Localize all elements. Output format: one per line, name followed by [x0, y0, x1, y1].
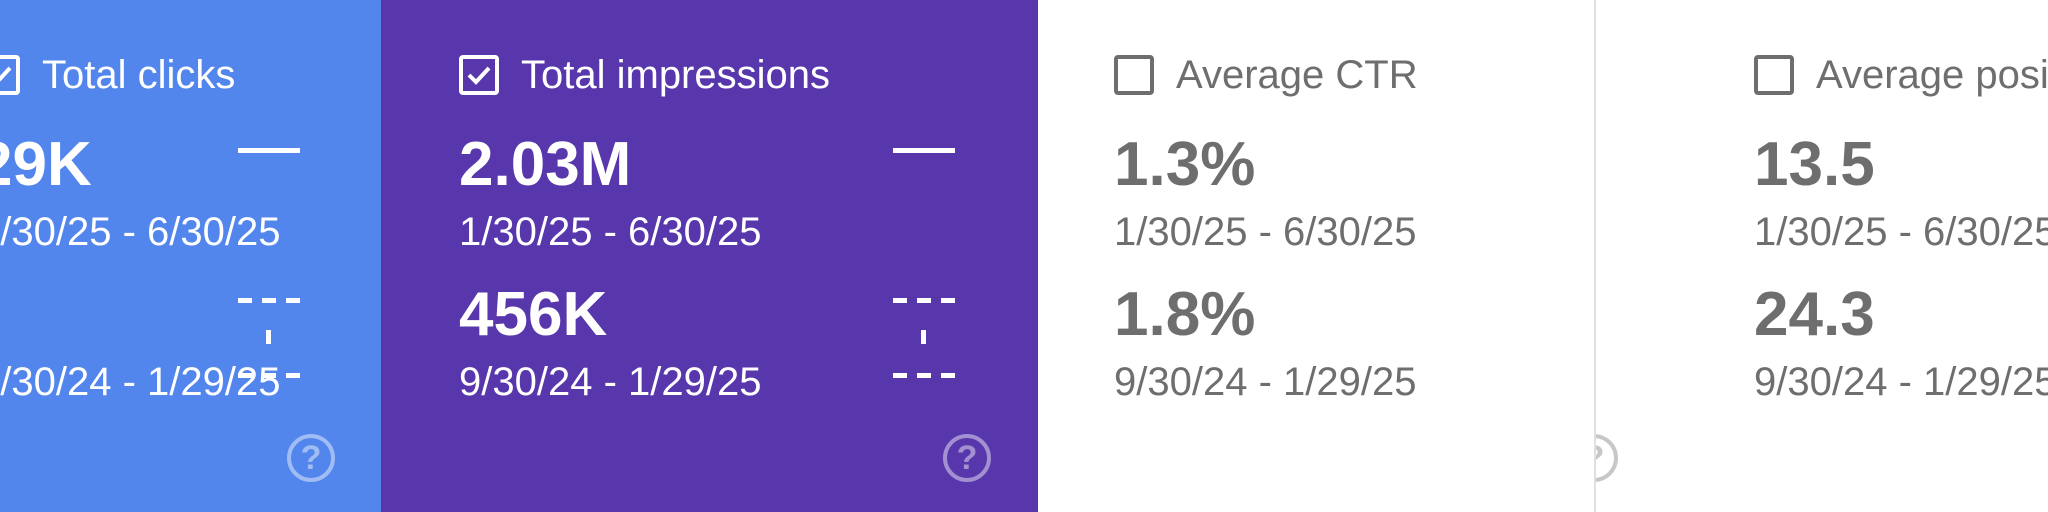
help-icon[interactable]: ?	[287, 434, 335, 482]
metric-card-average-ctr[interactable]: Average CTR 1.3% 1/30/25 - 6/30/25 1.8% …	[1038, 0, 1594, 512]
solid-line-legend-icon	[238, 148, 300, 153]
metric-header[interactable]: Average CTR	[1114, 50, 1418, 100]
date-range-current: 1/30/25 - 6/30/25	[1754, 210, 2048, 254]
metric-value-previous: 24.3	[1754, 280, 1875, 349]
metric-value-previous: 1.8%	[1114, 280, 1256, 349]
date-range-current: 1/30/25 - 6/30/25	[459, 210, 762, 254]
metric-value-current: 1.3%	[1114, 130, 1256, 199]
date-range-previous: 9/30/24 - 1/29/25	[1114, 360, 1417, 404]
metric-header[interactable]: Total impressions	[459, 50, 830, 100]
metric-header[interactable]: Average position	[1754, 50, 2048, 100]
metric-value-current: 29K	[0, 130, 92, 199]
metric-value-previous: 456K	[459, 280, 608, 349]
checkbox-unchecked-icon[interactable]	[1114, 55, 1154, 95]
solid-line-legend-icon	[893, 148, 955, 153]
checkbox-checked-icon[interactable]	[0, 55, 20, 95]
help-icon[interactable]: ?	[943, 434, 991, 482]
checkbox-unchecked-icon[interactable]	[1754, 55, 1794, 95]
metric-card-total-impressions[interactable]: Total impressions 2.03M 1/30/25 - 6/30/2…	[381, 0, 1038, 512]
metric-label: Total impressions	[521, 52, 831, 97]
dashed-line-legend-icon	[238, 298, 300, 378]
metric-value-current: 13.5	[1754, 130, 1875, 199]
dashed-line-legend-icon	[893, 298, 955, 378]
metric-label: Average CTR	[1176, 52, 1418, 97]
metric-card-average-position[interactable]: ? Average position 13.5 1/30/25 - 6/30/2…	[1594, 0, 2048, 512]
date-range-current: 1/30/25 - 6/30/25	[1114, 210, 1417, 254]
date-range-previous: 9/30/24 - 1/29/25	[1754, 360, 2048, 404]
metric-value-current: 2.03M	[459, 130, 632, 199]
date-range-current: 1/30/25 - 6/30/25	[0, 210, 281, 254]
checkbox-checked-icon[interactable]	[459, 55, 499, 95]
date-range-previous: 9/30/24 - 1/29/25	[459, 360, 762, 404]
metric-card-total-clicks[interactable]: Total clicks 29K 1/30/25 - 6/30/25 9/30/…	[0, 0, 381, 512]
metric-header[interactable]: Total clicks	[0, 50, 235, 100]
metric-label: Average position	[1816, 52, 2048, 97]
metric-label: Total clicks	[42, 52, 236, 97]
